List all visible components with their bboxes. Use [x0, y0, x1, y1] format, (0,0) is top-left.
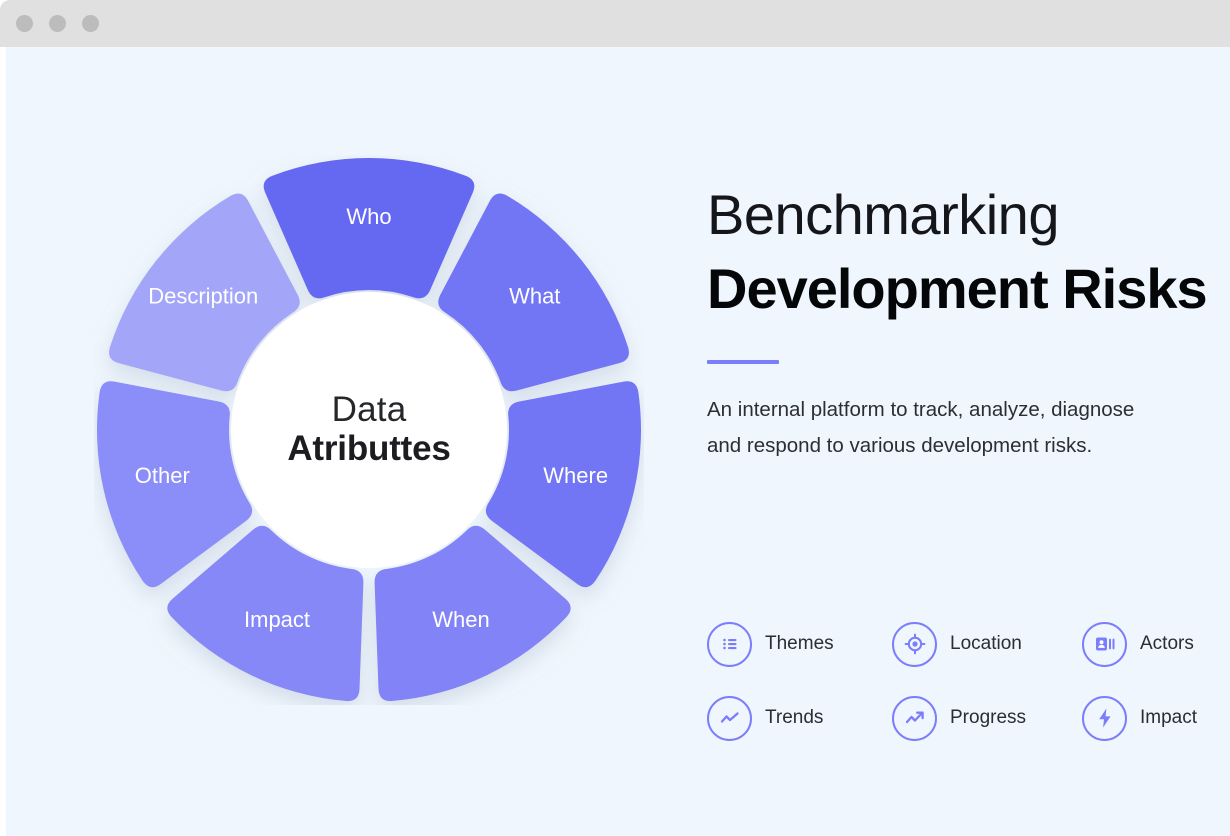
- close-dot-icon[interactable]: [16, 15, 33, 32]
- slide-canvas: Who What Where When Impact Other Description D…: [6, 47, 1230, 836]
- donut-center-label: Data Atributtes: [231, 292, 507, 568]
- donut-segment-label-impact: Impact: [244, 607, 310, 632]
- window-traffic-lights: [16, 15, 99, 32]
- feature-label-location: Location: [950, 633, 1022, 654]
- donut-segment-label-when: When: [432, 607, 489, 632]
- page-title-light: Benchmarking: [707, 183, 1059, 246]
- feature-label-themes: Themes: [765, 633, 834, 654]
- donut-segment-label-description: Description: [148, 284, 258, 309]
- zigzag-line-icon: [707, 695, 752, 741]
- feature-item-themes[interactable]: Themes: [707, 607, 892, 681]
- feature-list: Themes Location Actors Trends Progress I…: [707, 607, 1230, 755]
- lightning-bolt-icon: [1082, 695, 1127, 741]
- accent-divider: [707, 360, 779, 364]
- feature-item-trends[interactable]: Trends: [707, 681, 892, 755]
- feature-item-location[interactable]: Location: [892, 607, 1082, 681]
- feature-label-trends: Trends: [765, 707, 824, 728]
- donut-segment-label-other: Other: [135, 463, 190, 488]
- list-icon: [707, 621, 752, 667]
- donut-segment-label-where: Where: [543, 463, 608, 488]
- donut-segment-label-who: Who: [346, 204, 391, 229]
- headline-block: Benchmarking Development Risks An intern…: [707, 187, 1230, 465]
- donut-center-line2: Atributtes: [287, 429, 451, 468]
- crosshair-target-icon: [892, 621, 937, 667]
- feature-item-impact[interactable]: Impact: [1082, 681, 1230, 755]
- minimize-dot-icon[interactable]: [49, 15, 66, 32]
- window-titlebar: [0, 0, 1230, 47]
- maximize-dot-icon[interactable]: [82, 15, 99, 32]
- feature-item-actors[interactable]: Actors: [1082, 607, 1230, 681]
- id-badge-icon: [1082, 621, 1127, 667]
- trend-arrow-up-icon: [892, 695, 937, 741]
- page-subtitle: An internal platform to track, analyze, …: [707, 392, 1230, 465]
- feature-item-progress[interactable]: Progress: [892, 681, 1082, 755]
- donut-center-line1: Data: [331, 390, 407, 430]
- subtitle-line-2: and respond to various development risks…: [707, 434, 1093, 458]
- subtitle-line-1: An internal platform to track, analyze, …: [707, 398, 1135, 421]
- feature-label-actors: Actors: [1140, 633, 1194, 654]
- feature-label-progress: Progress: [950, 707, 1027, 728]
- app-window: Who What Where When Impact Other Description D…: [0, 0, 1230, 836]
- feature-label-impact: Impact: [1140, 707, 1198, 728]
- donut-segment-label-what: What: [509, 284, 560, 309]
- page-title-bold: Development Risks: [707, 257, 1208, 320]
- data-attributes-donut-chart: Who What Where When Impact Other Description D…: [94, 155, 644, 705]
